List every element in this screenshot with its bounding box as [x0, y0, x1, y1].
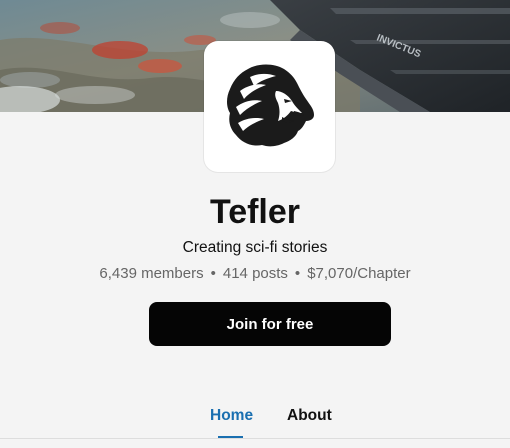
tab-about[interactable]: About: [287, 407, 332, 425]
stat-separator: •: [294, 265, 301, 282]
tab-home[interactable]: Home: [210, 407, 253, 425]
creator-stats: 6,439 members • 414 posts • $7,070/Chapter: [0, 264, 510, 284]
creator-tagline: Creating sci-fi stories: [182, 239, 328, 256]
stat-separator: •: [210, 265, 216, 282]
creator-tabs: Home About: [0, 400, 510, 438]
creator-page: INVICTUS Tefler Creating sci-fi stories …: [0, 0, 510, 448]
price-per-chapter: $7,070/Chapter: [307, 265, 411, 282]
member-count: 6,439 members: [99, 265, 204, 282]
creator-name: Tefler: [209, 193, 301, 231]
creator-avatar[interactable]: [204, 41, 335, 172]
join-for-free-button[interactable]: Join for free: [149, 302, 391, 346]
post-count: 414 posts: [222, 265, 288, 282]
tabs-divider: [0, 438, 510, 439]
lion-head-logo-icon: [226, 64, 314, 146]
